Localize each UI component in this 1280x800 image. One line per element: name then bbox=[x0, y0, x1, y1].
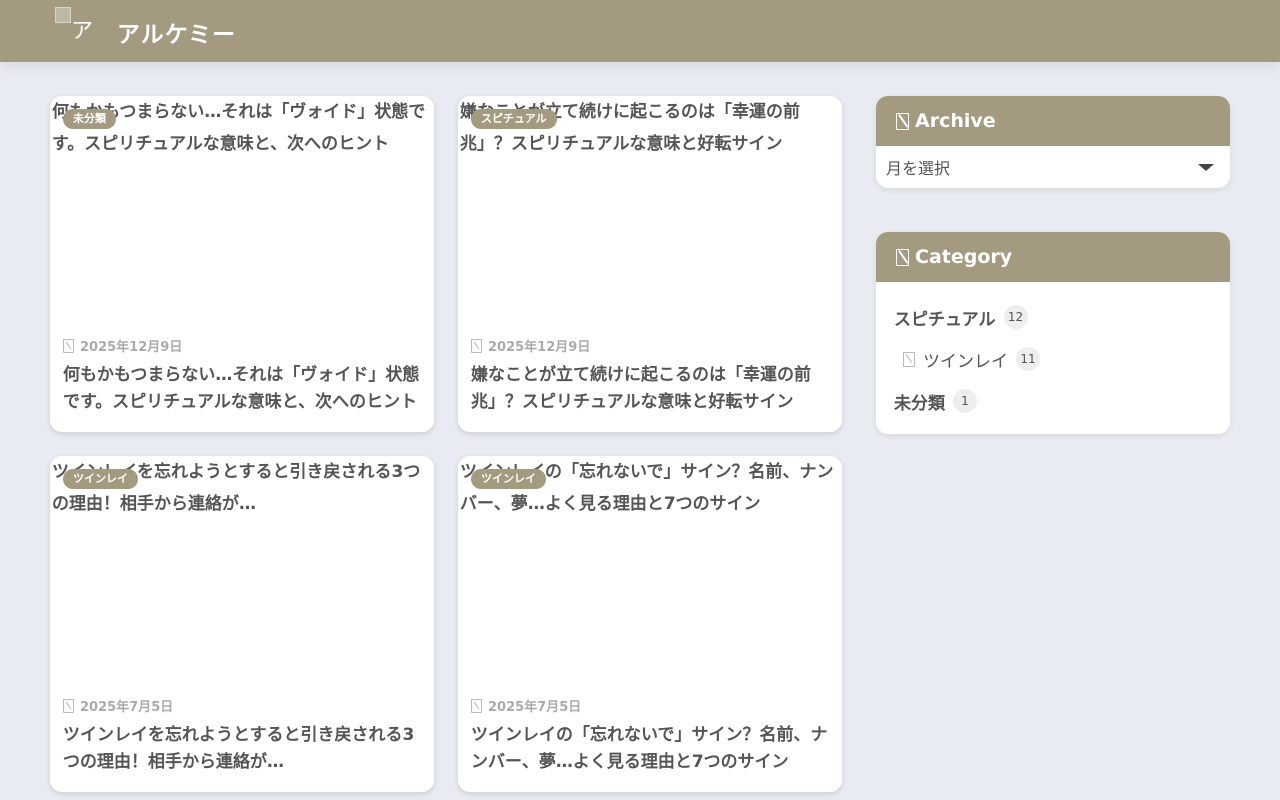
clock-icon bbox=[63, 338, 74, 353]
chevron-down-icon bbox=[1198, 163, 1214, 171]
category-count: 11 bbox=[1016, 347, 1040, 371]
site-logo[interactable]: ア bbox=[55, 7, 95, 47]
category-item-uncategorized[interactable]: 未分類 1 bbox=[894, 380, 1212, 422]
post-date: 2025年12月9日 bbox=[471, 336, 590, 355]
broken-image-icon bbox=[55, 7, 71, 23]
post-date: 2025年7月5日 bbox=[63, 696, 173, 715]
category-label[interactable]: スピチュアル bbox=[894, 305, 996, 330]
category-label[interactable]: ツインレイ bbox=[923, 347, 1008, 372]
post-date: 2025年7月5日 bbox=[471, 696, 581, 715]
category-item-spiritual[interactable]: スピチュアル 12 bbox=[894, 296, 1212, 338]
post-date-text: 2025年12月9日 bbox=[488, 340, 591, 355]
category-badge: スピチュアル bbox=[471, 109, 557, 129]
archive-widget-title: Archive bbox=[915, 110, 996, 132]
category-list: スピチュアル 12 ツインレイ 11 未分類 1 bbox=[876, 282, 1230, 434]
logo-alt-text: ア bbox=[71, 19, 94, 44]
folder-icon bbox=[896, 248, 909, 266]
archive-widget-header: Archive bbox=[876, 96, 1230, 146]
post-card[interactable]: ツインレイの「忘れないで」サイン？名前、ナンバー、夢…よく見る理由と7つのサイン… bbox=[458, 456, 842, 792]
category-count: 12 bbox=[1003, 305, 1028, 329]
category-widget-header: Category bbox=[876, 232, 1230, 282]
post-title[interactable]: 何もかもつまらない…それは「ヴォイド」状態です。スピリチュアルな意味と、次へのヒ… bbox=[63, 362, 423, 416]
post-card[interactable]: ツインレイを忘れようとすると引き戻される3つの理由！相手から連絡が… ツインレイ… bbox=[50, 456, 434, 792]
post-title[interactable]: ツインレイの「忘れないで」サイン？名前、ナンバー、夢…よく見る理由と7つのサイン bbox=[471, 722, 831, 776]
category-badge: 未分類 bbox=[63, 109, 116, 129]
category-badge: ツインレイ bbox=[63, 469, 138, 489]
category-count: 1 bbox=[953, 389, 977, 413]
clock-icon bbox=[471, 698, 482, 713]
clock-icon bbox=[63, 698, 74, 713]
category-item-twinray[interactable]: ツインレイ 11 bbox=[894, 338, 1212, 380]
post-card[interactable]: 何もかもつまらない…それは「ヴォイド」状態です。スピリチュアルな意味と、次へのヒ… bbox=[50, 96, 434, 432]
post-date-text: 2025年7月5日 bbox=[80, 700, 174, 715]
archive-icon bbox=[896, 112, 909, 130]
subcategory-icon bbox=[903, 351, 915, 367]
post-date-text: 2025年12月9日 bbox=[80, 340, 183, 355]
site-header: ア アルケミー bbox=[0, 0, 1280, 62]
archive-month-select[interactable]: 月を選択 bbox=[876, 146, 1230, 188]
category-widget-title: Category bbox=[915, 246, 1013, 268]
post-title[interactable]: ツインレイを忘れようとすると引き戻される3つの理由！相手から連絡が… bbox=[63, 722, 423, 776]
category-badge: ツインレイ bbox=[471, 469, 546, 489]
post-date: 2025年12月9日 bbox=[63, 336, 182, 355]
category-label[interactable]: 未分類 bbox=[894, 389, 945, 414]
post-title[interactable]: 嫌なことが立て続けに起こるのは「幸運の前兆」？スピリチュアルな意味と好転サイン bbox=[471, 362, 831, 416]
site-title[interactable]: アルケミー bbox=[117, 15, 236, 49]
post-date-text: 2025年7月5日 bbox=[488, 700, 582, 715]
clock-icon bbox=[471, 338, 482, 353]
post-card[interactable]: 嫌なことが立て続けに起こるのは「幸運の前兆」？スピリチュアルな意味と好転サイン … bbox=[458, 96, 842, 432]
archive-select-value: 月を選択 bbox=[886, 159, 951, 178]
category-widget: Category スピチュアル 12 ツインレイ 11 未分類 1 bbox=[876, 232, 1230, 434]
archive-widget: Archive 月を選択 bbox=[876, 96, 1230, 188]
